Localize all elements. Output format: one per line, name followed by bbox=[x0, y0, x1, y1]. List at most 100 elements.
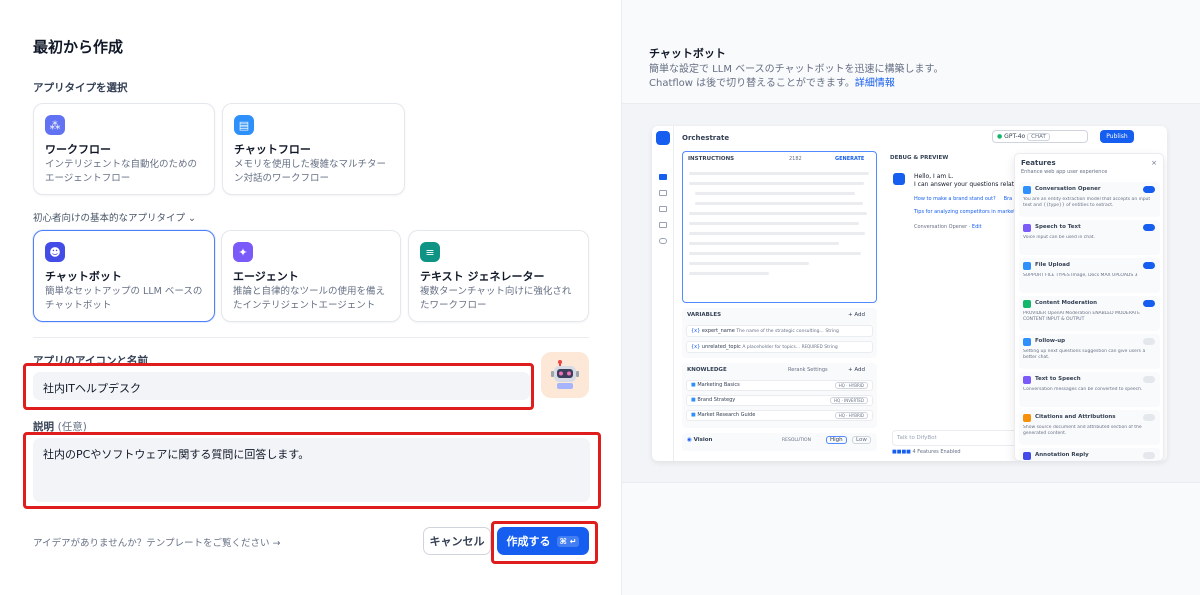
app-type-chatflow[interactable]: ▤ チャットフロー メモリを使用した複雑なマルチターン対話のワークフロー bbox=[222, 103, 405, 195]
resolution-low: Low bbox=[852, 436, 871, 444]
close-icon: × bbox=[1151, 159, 1157, 167]
app-type-agent[interactable]: ✦ エージェント 推論と自律的なツールの使用を備えたインテリジェントエージェント bbox=[221, 230, 401, 322]
generate-button: GENERATE bbox=[835, 156, 865, 162]
preview-orchestrate: Orchestrate bbox=[682, 134, 730, 142]
model-tag: CHAT bbox=[1027, 133, 1050, 141]
feature-icon bbox=[1023, 376, 1031, 384]
preview-nav-icon bbox=[659, 222, 667, 228]
feature-item: Content Moderation PROVIDER OpenAI Modera… bbox=[1019, 296, 1160, 331]
preview-nav-icon bbox=[659, 238, 667, 244]
toggle-switch bbox=[1143, 414, 1155, 421]
feature-desc: You are an entity extraction model that … bbox=[1023, 197, 1151, 208]
preview-logo bbox=[656, 131, 670, 145]
toggle-switch bbox=[1143, 376, 1155, 383]
toggle-switch bbox=[1143, 224, 1155, 231]
features-enabled: ■■■■ 4 Features Enabled bbox=[892, 449, 961, 455]
preview-image: Orchestrate ● GPT-4o CHAT Publish INSTRU… bbox=[622, 103, 1200, 483]
preview-nav-icon bbox=[659, 206, 667, 212]
card-title: チャットボット bbox=[45, 270, 122, 283]
question-text: How to make a brand stand out? bbox=[914, 196, 996, 202]
feature-name: File Upload bbox=[1035, 262, 1070, 268]
workflow-icon: ⁂ bbox=[45, 115, 65, 135]
feature-item: Text to Speech Conversation messages can … bbox=[1019, 372, 1160, 407]
knowledge-add: + Add bbox=[848, 367, 866, 373]
variables-add: + Add bbox=[848, 312, 866, 318]
vision-icon: ◉ bbox=[687, 437, 692, 443]
resolution-high: High bbox=[826, 436, 847, 444]
app-icon-picker[interactable] bbox=[541, 352, 589, 398]
text-generator-icon: ≡ bbox=[420, 242, 440, 262]
opener-edit: Edit bbox=[971, 224, 982, 230]
rerank-settings: Rerank Settings bbox=[788, 367, 828, 373]
preview-desc-text: 簡単な設定で LLM ベースのチャットボットを迅速に構築します。Chatflow… bbox=[649, 64, 944, 89]
features-enabled-text: 4 Features Enabled bbox=[912, 449, 961, 455]
feature-desc: PROVIDER OpenAI Moderation ENABLED MODER… bbox=[1023, 311, 1140, 322]
feature-desc: Conversation messages can be converted t… bbox=[1023, 387, 1143, 392]
resolution-label: RESOLUTION bbox=[782, 438, 811, 443]
robot-icon bbox=[551, 360, 579, 389]
knowledge-tag: HQ · INVERTED bbox=[830, 397, 868, 404]
features-subtitle: Enhance web app user experience bbox=[1021, 169, 1108, 175]
feature-item: Annotation Reply bbox=[1019, 448, 1160, 461]
feature-item: Conversation Opener You are an entity ext… bbox=[1019, 182, 1160, 217]
suggested-question: How to make a brand stand out? Bra bbox=[914, 196, 1012, 202]
feature-icon bbox=[1023, 338, 1031, 346]
variable-row: {x} expert_name The name of the strategi… bbox=[686, 325, 873, 337]
app-type-workflow[interactable]: ⁂ ワークフロー インテリジェントな自動化のためのエージェントフロー bbox=[33, 103, 215, 195]
knowledge-name: Brand Strategy bbox=[697, 397, 736, 403]
divider bbox=[33, 337, 589, 338]
card-desc: 推論と自律的なツールの使用を備えたインテリジェントエージェント bbox=[233, 286, 386, 311]
create-app-panel: 最初から作成 アプリタイプを選択 ⁂ ワークフロー インテリジェントな自動化のた… bbox=[0, 0, 622, 595]
app-type-label: アプリタイプを選択 bbox=[33, 82, 128, 94]
toggle-switch bbox=[1143, 186, 1155, 193]
preview-knowledge: KNOWLEDGE Rerank Settings + Add ■ Market… bbox=[682, 363, 877, 428]
agent-icon: ✦ bbox=[233, 242, 253, 262]
card-desc: インテリジェントな自動化のためのエージェントフロー bbox=[45, 159, 198, 184]
feature-desc: Setting up next questions suggestion can… bbox=[1023, 349, 1146, 360]
page-title: 最初から作成 bbox=[33, 38, 124, 56]
feature-item: Follow-up Setting up next questions sugge… bbox=[1019, 334, 1160, 369]
knowledge-row: ■ Market Research Guide HQ · HYBRID bbox=[686, 410, 873, 421]
vision-label: Vision bbox=[693, 437, 713, 443]
beginner-toggle[interactable]: 初心者向けの基本的なアプリタイプ ⌄ bbox=[33, 210, 196, 224]
instructions-label: INSTRUCTIONS bbox=[688, 156, 735, 162]
model-name: GPT-4o bbox=[1004, 133, 1026, 140]
debug-label: DEBUG & PREVIEW bbox=[890, 155, 949, 161]
var-name: expert_name bbox=[701, 328, 735, 334]
template-link[interactable]: アイデアがありませんか？テンプレートをご覧ください → bbox=[33, 535, 280, 549]
feature-name: Speech to Text bbox=[1035, 224, 1081, 230]
greeting-line: I can answer your questions related bbox=[914, 181, 1022, 188]
cancel-button[interactable]: キャンセル bbox=[423, 527, 491, 555]
suggested-question: Tips for analyzing competitors in market bbox=[914, 209, 1016, 215]
preview-nav-icon bbox=[659, 190, 667, 196]
arrow-right-icon: → bbox=[272, 538, 281, 549]
feature-name: Annotation Reply bbox=[1035, 452, 1089, 458]
knowledge-tag: HQ · HYBRID bbox=[834, 412, 868, 419]
card-title: ワークフロー bbox=[45, 143, 111, 156]
opener-text: Conversation Opener bbox=[914, 224, 968, 230]
features-badges: ■■■■ bbox=[892, 449, 911, 455]
feature-icon bbox=[1023, 186, 1031, 194]
feature-icon bbox=[1023, 300, 1031, 308]
learn-more-link[interactable]: 詳細情報 bbox=[855, 78, 895, 89]
card-title: エージェント bbox=[233, 270, 299, 283]
preview-sidebar bbox=[652, 126, 674, 461]
var-desc: The name of the strategic consulting... bbox=[736, 329, 824, 334]
feature-icon bbox=[1023, 452, 1031, 460]
app-type-chatbot[interactable]: ☻ チャットボット 簡単なセットアップの LLM ベースのチャットボット bbox=[33, 230, 215, 322]
variable-row: {x} unrelated_topic A placeholder for to… bbox=[686, 341, 873, 353]
doc-icon: ■ bbox=[691, 382, 696, 388]
opener-row: Conversation Opener · Edit bbox=[914, 224, 982, 230]
var-icon: {x} bbox=[691, 328, 701, 334]
feature-item: Speech to Text Voice input can be used in… bbox=[1019, 220, 1160, 255]
feature-item: File Upload SUPPORT FILE TYPES Image, Doc… bbox=[1019, 258, 1160, 293]
preview-publish-button: Publish bbox=[1100, 130, 1134, 143]
feature-icon bbox=[1023, 224, 1031, 232]
card-desc: 簡単なセットアップの LLM ベースのチャットボット bbox=[45, 286, 203, 311]
doc-icon: ■ bbox=[691, 412, 696, 418]
preview-title: チャットボット bbox=[649, 47, 726, 60]
var-desc: A placeholder for topics... bbox=[742, 345, 801, 350]
card-desc: 複数ターンチャット向けに強化されたワークフロー bbox=[420, 286, 572, 311]
feature-icon bbox=[1023, 262, 1031, 270]
app-type-text-generator[interactable]: ≡ テキスト ジェネレーター 複数ターンチャット向けに強化されたワークフロー bbox=[408, 230, 589, 322]
